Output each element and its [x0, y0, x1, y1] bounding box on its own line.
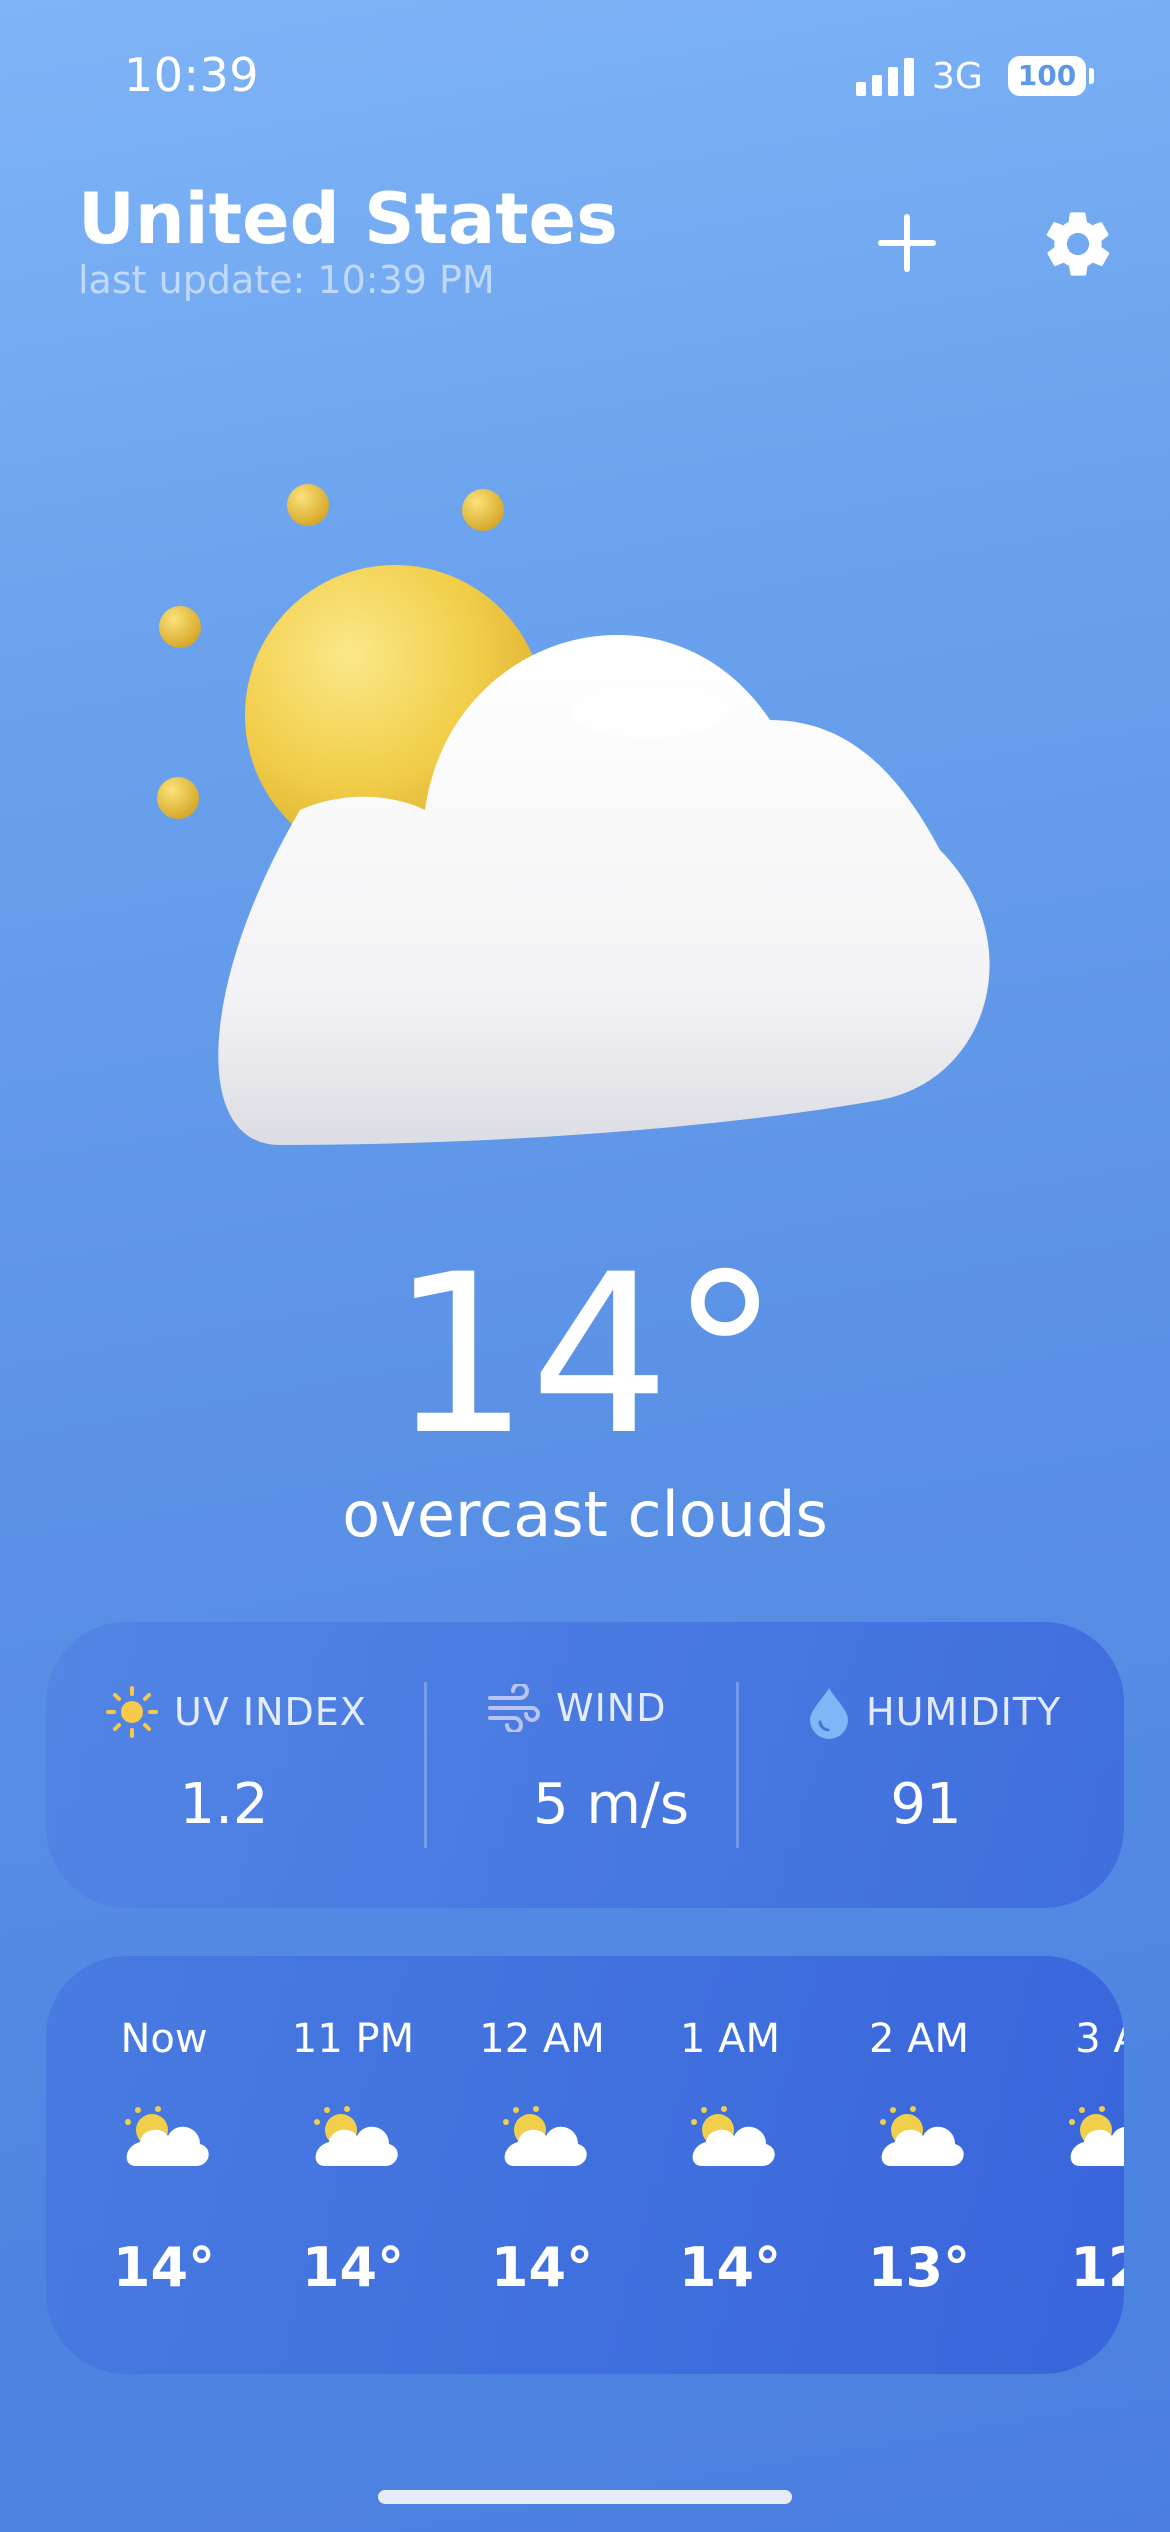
hourly-item[interactable]: 2 AM 13° [829, 1956, 1009, 2374]
hour-time: Now [120, 2016, 208, 2062]
battery-level: 100 [1017, 59, 1077, 92]
hour-temperature: 13° [867, 2236, 971, 2299]
last-update-text: last update: 10:39 PM [78, 258, 495, 302]
hour-temperature: 14° [112, 2236, 216, 2299]
sun-icon [106, 1686, 158, 1738]
humidity-header: HUMIDITY [806, 1684, 1061, 1740]
signal-icon [856, 58, 916, 96]
partly-cloudy-icon [503, 2106, 587, 2166]
add-location-button[interactable] [872, 208, 942, 278]
hour-temperature: 14° [301, 2236, 405, 2299]
hour-time: 12 AM [479, 2016, 605, 2062]
hourly-item[interactable]: 11 PM 14° [263, 1956, 443, 2374]
battery-tip [1089, 68, 1094, 84]
gear-icon [1046, 212, 1110, 276]
weather-illustration [150, 470, 1030, 1150]
partly-cloudy-icon [1069, 2106, 1124, 2166]
hour-time: 1 AM [679, 2016, 781, 2062]
stats-divider [736, 1682, 739, 1848]
network-type: 3G [932, 56, 983, 97]
battery-icon: 100 [1008, 56, 1086, 96]
current-temperature: 14° [390, 1227, 780, 1483]
wind-value: 5 m/s [532, 1772, 690, 1837]
hourly-item[interactable]: 12 AM 14° [452, 1956, 632, 2374]
wind-icon [488, 1684, 540, 1732]
humidity-stat: HUMIDITY 91 [806, 1622, 1106, 1908]
hourly-item[interactable]: Now 14° [74, 1956, 254, 2374]
wind-stat: WIND 5 m/s [486, 1622, 736, 1908]
weather-condition: overcast clouds [342, 1478, 828, 1551]
hour-time: 3 A [1075, 2016, 1124, 2062]
status-bar: 10:39 3G 100 [0, 0, 1170, 150]
humidity-value: 91 [890, 1772, 962, 1837]
wind-header: WIND [486, 1684, 666, 1732]
uv-index-header: UV INDEX [104, 1684, 367, 1740]
hour-temperature: 14° [678, 2236, 782, 2299]
partly-cloudy-icon [314, 2106, 398, 2166]
status-time: 10:39 [124, 48, 260, 102]
uv-index-stat: UV INDEX 1.2 [104, 1622, 424, 1908]
hour-time: 11 PM [291, 2016, 415, 2062]
partly-cloudy-icon [691, 2106, 775, 2166]
drop-icon [810, 1688, 848, 1739]
hour-temperature: 14° [490, 2236, 594, 2299]
uv-index-value: 1.2 [179, 1772, 269, 1837]
settings-button[interactable] [1040, 206, 1116, 282]
hourly-forecast-card[interactable]: Now 14° 11 PM 14° 12 AM 14° 1 AM 14° 2 A… [46, 1956, 1124, 2374]
uv-index-label: UV INDEX [174, 1690, 367, 1734]
humidity-label: HUMIDITY [866, 1690, 1062, 1734]
partly-cloudy-icon [125, 2106, 209, 2166]
wind-label: WIND [556, 1686, 667, 1730]
partly-cloudy-icon [880, 2106, 964, 2166]
location-title[interactable]: United States [78, 178, 618, 260]
hourly-item[interactable]: 3 A 12 [1018, 1956, 1124, 2374]
stats-divider [424, 1682, 427, 1848]
weather-stats-card: UV INDEX 1.2 WIND 5 m/s HUMIDITY 91 [46, 1622, 1124, 1908]
hour-temperature: 12 [1070, 2236, 1124, 2299]
home-indicator[interactable] [378, 2490, 792, 2504]
hour-time: 2 AM [868, 2016, 970, 2062]
hourly-item[interactable]: 1 AM 14° [640, 1956, 820, 2374]
